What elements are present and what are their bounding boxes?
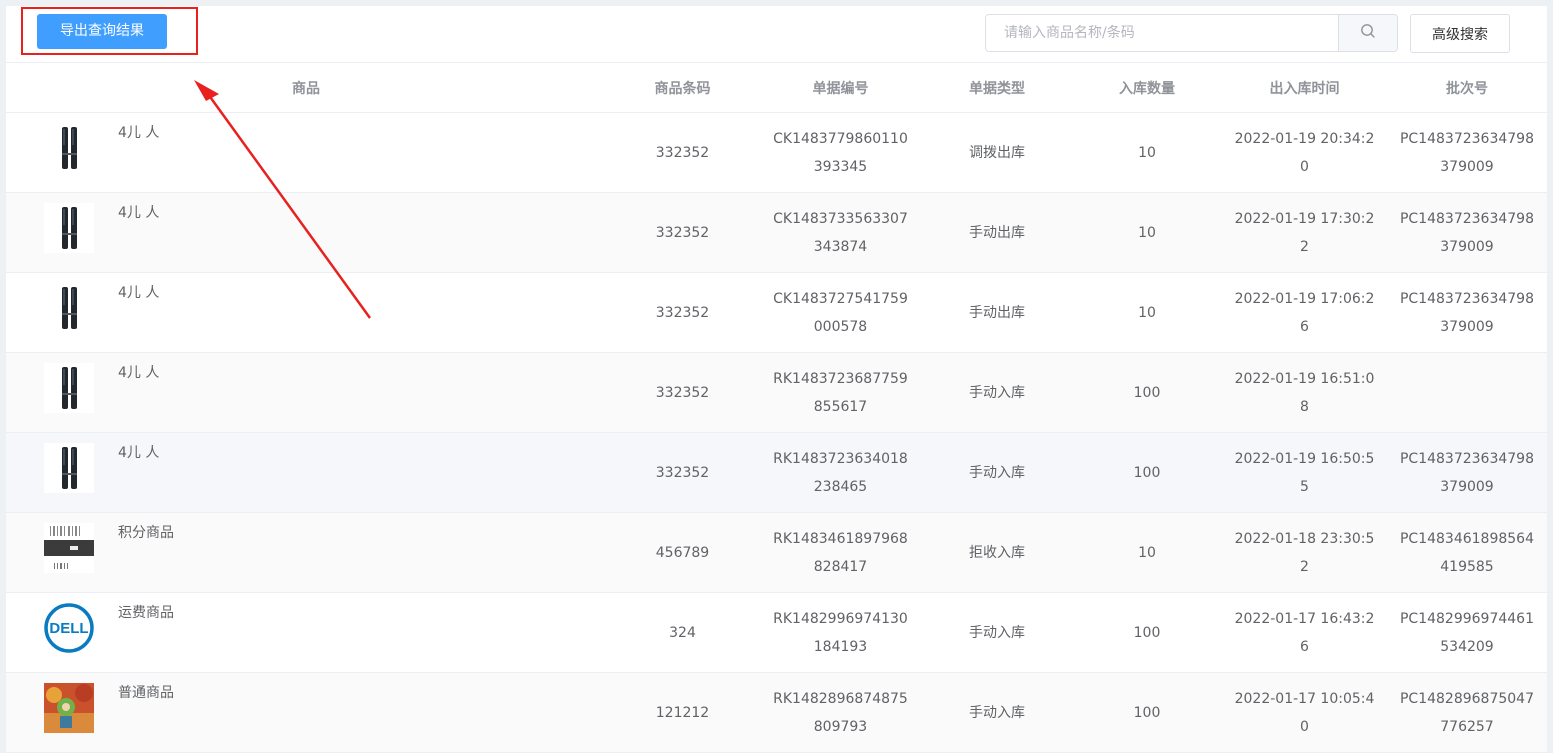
table-row: 4儿 人 332352 RK1483723634018238465 手动入库 100 20…	[6, 432, 1547, 513]
quantity-cell: 100	[1072, 352, 1222, 433]
quantity-cell: 10	[1072, 512, 1222, 593]
table-row: 4儿 人 332352 CK1483733563307343874 手动出库 10 202…	[6, 192, 1547, 273]
brush-product-icon	[44, 123, 94, 173]
product-name: 运费商品	[118, 605, 174, 621]
document-number-cell: CK1483779860110393345	[759, 112, 922, 193]
inventory-record-table: 商品 商品条码 单据编号 单据类型 入库数量 出入库时间 批次号 4儿 人 332…	[6, 62, 1547, 753]
product-cell: 普通商品	[6, 672, 606, 753]
document-number-cell: RK1483723634018238465	[759, 432, 922, 513]
product-name: 4儿 人	[118, 445, 160, 461]
document-number-cell: RK1483461897968828417	[759, 512, 922, 593]
product-cell: 4儿 人	[6, 192, 606, 273]
batch-number-cell	[1387, 352, 1547, 433]
table-row: 4儿 人 332352 CK1483779860110393345 调拨出库 10 202…	[6, 112, 1547, 193]
barcode-cell: 332352	[606, 432, 759, 513]
time-cell: 2022-01-18 23:30:52	[1222, 512, 1387, 593]
time-cell: 2022-01-19 17:06:26	[1222, 272, 1387, 353]
batch-number-cell: PC1483461898564419585	[1387, 512, 1547, 593]
barcode-cell: 332352	[606, 192, 759, 273]
column-header: 单据类型	[922, 62, 1072, 113]
column-header: 出入库时间	[1222, 62, 1387, 113]
search-icon	[1360, 23, 1376, 43]
time-cell: 2022-01-19 17:30:22	[1222, 192, 1387, 273]
advanced-search-button[interactable]: 高级搜索	[1410, 14, 1510, 53]
document-number-cell: CK1483727541759000578	[759, 272, 922, 353]
table-row: 积分商品 456789 RK1483461897968828417 拒收入库 10 202…	[6, 512, 1547, 593]
product-cell: 积分商品	[6, 512, 606, 593]
batch-number-cell: PC1483723634798379009	[1387, 272, 1547, 353]
product-cell: 4儿 人	[6, 112, 606, 193]
document-type-cell: 调拨出库	[922, 112, 1072, 193]
barcode-cell: 332352	[606, 352, 759, 433]
document-type-cell: 手动出库	[922, 272, 1072, 353]
product-name: 4儿 人	[118, 205, 160, 221]
document-type-cell: 拒收入库	[922, 512, 1072, 593]
barcode-cell: 121212	[606, 672, 759, 753]
document-type-cell: 手动入库	[922, 672, 1072, 753]
brush-product-icon	[44, 363, 94, 413]
product-name: 4儿 人	[118, 365, 160, 381]
document-type-cell: 手动入库	[922, 592, 1072, 673]
batch-number-cell: PC1483723634798379009	[1387, 192, 1547, 273]
column-header: 单据编号	[759, 62, 922, 113]
quantity-cell: 10	[1072, 112, 1222, 193]
product-name: 普通商品	[118, 685, 174, 701]
product-cell: 4儿 人	[6, 352, 606, 433]
column-header: 批次号	[1387, 62, 1547, 113]
batch-number-cell: PC1482996974461534209	[1387, 592, 1547, 673]
product-cell: DELL 运费商品	[6, 592, 606, 673]
toolbar: 导出查询结果 高级搜索	[6, 6, 1547, 62]
quantity-cell: 10	[1072, 272, 1222, 353]
table-row: 普通商品 121212 RK1482896874875809793 手动入库 100 20…	[6, 672, 1547, 753]
barcode-product-icon	[44, 523, 94, 573]
document-number-cell: RK1482896874875809793	[759, 672, 922, 753]
batch-number-cell: PC1483723634798379009	[1387, 112, 1547, 193]
search-box	[985, 14, 1398, 52]
time-cell: 2022-01-17 10:05:40	[1222, 672, 1387, 753]
quantity-cell: 100	[1072, 592, 1222, 673]
column-header: 商品	[6, 62, 606, 113]
document-type-cell: 手动入库	[922, 432, 1072, 513]
quantity-cell: 100	[1072, 432, 1222, 513]
time-cell: 2022-01-19 16:51:08	[1222, 352, 1387, 433]
batch-number-cell: PC1483723634798379009	[1387, 432, 1547, 513]
search-button[interactable]	[1338, 15, 1397, 51]
table-row: 4儿 人 332352 CK1483727541759000578 手动出库 10 202…	[6, 272, 1547, 353]
time-cell: 2022-01-19 16:50:55	[1222, 432, 1387, 513]
brush-product-icon	[44, 443, 94, 493]
document-number-cell: RK1483723687759855617	[759, 352, 922, 433]
column-header: 入库数量	[1072, 62, 1222, 113]
product-name: 积分商品	[118, 525, 174, 541]
barcode-cell: 456789	[606, 512, 759, 593]
search-input[interactable]	[986, 15, 1338, 51]
document-number-cell: CK1483733563307343874	[759, 192, 922, 273]
document-type-cell: 手动入库	[922, 352, 1072, 433]
table-row: DELL 运费商品 324 RK1482996974130184193 手动入库 100 2…	[6, 592, 1547, 673]
table-row: 4儿 人 332352 RK1483723687759855617 手动入库 100 20…	[6, 352, 1547, 433]
time-cell: 2022-01-17 16:43:26	[1222, 592, 1387, 673]
time-cell: 2022-01-19 20:34:20	[1222, 112, 1387, 193]
product-name: 4儿 人	[118, 125, 160, 141]
main-panel: 导出查询结果 高级搜索	[6, 6, 1547, 753]
barcode-cell: 324	[606, 592, 759, 673]
export-results-button[interactable]: 导出查询结果	[37, 14, 167, 49]
brush-product-icon	[44, 283, 94, 333]
barcode-cell: 332352	[606, 112, 759, 193]
product-cell: 4儿 人	[6, 432, 606, 513]
barcode-cell: 332352	[606, 272, 759, 353]
quantity-cell: 100	[1072, 672, 1222, 753]
svg-text:DELL: DELL	[49, 620, 88, 637]
batch-number-cell: PC1482896875047776257	[1387, 672, 1547, 753]
dell-logo-icon: DELL	[44, 603, 94, 653]
brush-product-icon	[44, 203, 94, 253]
document-type-cell: 手动出库	[922, 192, 1072, 273]
column-header: 商品条码	[606, 62, 759, 113]
document-number-cell: RK1482996974130184193	[759, 592, 922, 673]
table-header-row: 商品 商品条码 单据编号 单据类型 入库数量 出入库时间 批次号	[6, 62, 1547, 113]
product-name: 4儿 人	[118, 285, 160, 301]
cartoon-product-icon	[44, 683, 94, 733]
quantity-cell: 10	[1072, 192, 1222, 273]
product-cell: 4儿 人	[6, 272, 606, 353]
